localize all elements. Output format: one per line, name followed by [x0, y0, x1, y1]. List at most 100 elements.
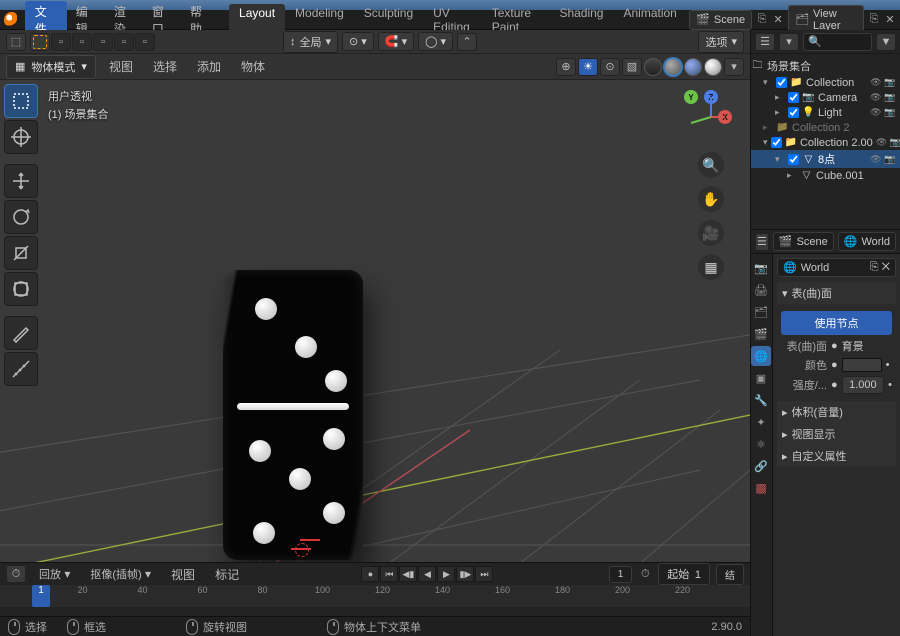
- collection-checkbox[interactable]: [788, 107, 799, 118]
- gizmo-toggle-icon[interactable]: ⊕: [556, 58, 576, 76]
- tree-row[interactable]: ▸📁Collection 2: [751, 120, 900, 135]
- panel-custom-props[interactable]: ▸ 自定义属性: [777, 445, 896, 467]
- shading-rendered-icon[interactable]: [704, 58, 722, 76]
- scene-delete-icon[interactable]: ✕: [772, 13, 784, 27]
- nav-pan-icon[interactable]: ✋: [698, 186, 724, 212]
- render-vis-icon[interactable]: 📷: [884, 77, 896, 88]
- viewport-3d[interactable]: 用户透视 (1) 场景集合 Z Y X: [0, 80, 750, 562]
- tree-row[interactable]: ▾▽8点👁📷: [751, 150, 900, 168]
- overlay-toggle-icon[interactable]: ☀: [578, 58, 598, 76]
- shading-solid-icon[interactable]: [664, 58, 682, 76]
- view-menu[interactable]: 视图: [102, 56, 140, 77]
- play-reverse-icon[interactable]: ◀: [418, 566, 436, 582]
- playback-menu[interactable]: 回放 ▾: [32, 564, 77, 584]
- select-extend-icon[interactable]: ▫: [72, 33, 92, 51]
- shading-matpreview-icon[interactable]: [684, 58, 702, 76]
- eye-icon[interactable]: 👁: [870, 77, 882, 88]
- proptab-object-icon[interactable]: ▣: [751, 368, 771, 388]
- eye-icon[interactable]: 👁: [870, 92, 882, 103]
- proptab-viewlayer-icon[interactable]: 🗂: [751, 302, 771, 322]
- tool-rotate[interactable]: [4, 200, 38, 234]
- outliner-display-icon[interactable]: ▾: [779, 33, 799, 51]
- tree-row[interactable]: ▾📁Collection👁📷: [751, 75, 900, 90]
- axis-widget[interactable]: Z Y X: [684, 90, 738, 144]
- shading-options-icon[interactable]: ▾: [724, 58, 744, 76]
- tree-row[interactable]: ▾📁Collection 2.00👁📷: [751, 135, 900, 150]
- keyframe-prev-icon[interactable]: ◀▮: [399, 566, 417, 582]
- editor-type-icon[interactable]: ⬚: [6, 33, 26, 51]
- timeline-editor-icon[interactable]: ⏱: [6, 565, 26, 583]
- marker-menu[interactable]: 标记: [208, 564, 246, 585]
- keying-menu[interactable]: 抠像(插帧) ▾: [83, 564, 158, 584]
- proptab-physics-icon[interactable]: ⚛: [751, 434, 771, 454]
- eye-icon[interactable]: 👁: [870, 154, 882, 165]
- xray-toggle-icon[interactable]: ▧: [622, 58, 642, 76]
- misc-tool-icon[interactable]: ⌃: [457, 33, 477, 51]
- outliner-filter-icon[interactable]: ▼: [876, 33, 896, 51]
- render-vis-icon[interactable]: 📷: [890, 137, 900, 148]
- playhead[interactable]: 1: [32, 585, 50, 607]
- tool-transform[interactable]: [4, 272, 38, 306]
- select-tool-icon[interactable]: [30, 33, 50, 51]
- collection-checkbox[interactable]: [776, 77, 787, 88]
- render-vis-icon[interactable]: 📷: [884, 92, 896, 103]
- scene-new-icon[interactable]: ⎘: [756, 13, 768, 27]
- collection-checkbox[interactable]: [788, 154, 799, 165]
- use-nodes-button[interactable]: 使用节点: [781, 311, 892, 335]
- scene-crumb[interactable]: 🎬 Scene: [773, 232, 834, 251]
- tree-scene-collection[interactable]: 🗀 场景集合: [751, 57, 900, 75]
- properties-editor-icon[interactable]: ☰: [755, 233, 769, 251]
- proportional-dropdown[interactable]: ◯ ▾: [418, 32, 453, 51]
- proptab-scene-icon[interactable]: 🎬: [751, 324, 771, 344]
- select-invert-icon[interactable]: ▫: [135, 33, 155, 51]
- keyframe-next-icon[interactable]: ▮▶: [456, 566, 474, 582]
- proptab-output-icon[interactable]: 🖨: [751, 280, 771, 300]
- outliner-search[interactable]: 🔍: [803, 33, 872, 51]
- proptab-constraints-icon[interactable]: 🔗: [751, 456, 771, 476]
- render-vis-icon[interactable]: 📷: [884, 154, 896, 165]
- proptab-particles-icon[interactable]: ✦: [751, 412, 771, 432]
- proptab-render-icon[interactable]: 📷: [751, 258, 771, 278]
- select-new-icon[interactable]: ▫: [51, 33, 71, 51]
- panel-volume[interactable]: ▸ 体积(音量): [777, 401, 896, 423]
- options-dropdown[interactable]: 选项 ▾: [698, 31, 744, 53]
- nav-zoom-icon[interactable]: 🔍: [698, 152, 724, 178]
- mode-selector[interactable]: ▦ 物体模式 ▾: [6, 55, 96, 79]
- proptab-modifiers-icon[interactable]: 🔧: [751, 390, 771, 410]
- tool-scale[interactable]: [4, 236, 38, 270]
- timeline-view-menu[interactable]: 视图: [164, 564, 202, 585]
- nav-camera-icon[interactable]: 🎥: [698, 220, 724, 246]
- viewlayer-new-icon[interactable]: ⎘: [868, 13, 880, 27]
- jump-start-icon[interactable]: ⏮: [380, 566, 398, 582]
- tree-row[interactable]: ▸📷Camera👁📷: [751, 90, 900, 105]
- render-vis-icon[interactable]: 📷: [884, 107, 896, 118]
- panel-viewport-display[interactable]: ▸ 视图显示: [777, 423, 896, 445]
- select-subtract-icon[interactable]: ▫: [93, 33, 113, 51]
- orientation-dropdown[interactable]: ↕ 全局 ▾: [283, 31, 338, 53]
- eye-icon[interactable]: 👁: [876, 137, 888, 148]
- viewlayer-delete-icon[interactable]: ✕: [884, 13, 896, 27]
- proptab-world-icon[interactable]: 🌐: [751, 346, 771, 366]
- end-frame-field[interactable]: 结: [716, 564, 744, 585]
- scene-selector[interactable]: 🎬 Scene: [689, 10, 752, 30]
- start-frame-field[interactable]: 起始 1: [658, 563, 710, 585]
- add-menu[interactable]: 添加: [190, 56, 228, 77]
- autokey-icon[interactable]: ●: [361, 566, 379, 582]
- snap-dropdown[interactable]: 🧲 ▾: [378, 32, 414, 51]
- object-menu[interactable]: 物体: [234, 56, 272, 77]
- color-swatch[interactable]: [842, 358, 882, 372]
- jump-end-icon[interactable]: ⏭: [475, 566, 493, 582]
- tool-move[interactable]: [4, 164, 38, 198]
- tool-measure[interactable]: [4, 352, 38, 386]
- shading-wireframe-icon[interactable]: [644, 58, 662, 76]
- world-datablock[interactable]: 🌐 World ⎘ ✕: [777, 258, 896, 277]
- panel-surface[interactable]: ▾ 表(曲)面: [777, 282, 896, 304]
- pivot-dropdown[interactable]: ⊙ ▾: [342, 32, 374, 51]
- collection-checkbox[interactable]: [771, 137, 782, 148]
- tool-annotate[interactable]: [4, 316, 38, 350]
- play-icon[interactable]: ▶: [437, 566, 455, 582]
- proptab-material-icon[interactable]: ▩: [751, 478, 771, 498]
- select-intersect-icon[interactable]: ▫: [114, 33, 134, 51]
- nav-perspective-icon[interactable]: ▦: [698, 254, 724, 280]
- collection-checkbox[interactable]: [788, 92, 799, 103]
